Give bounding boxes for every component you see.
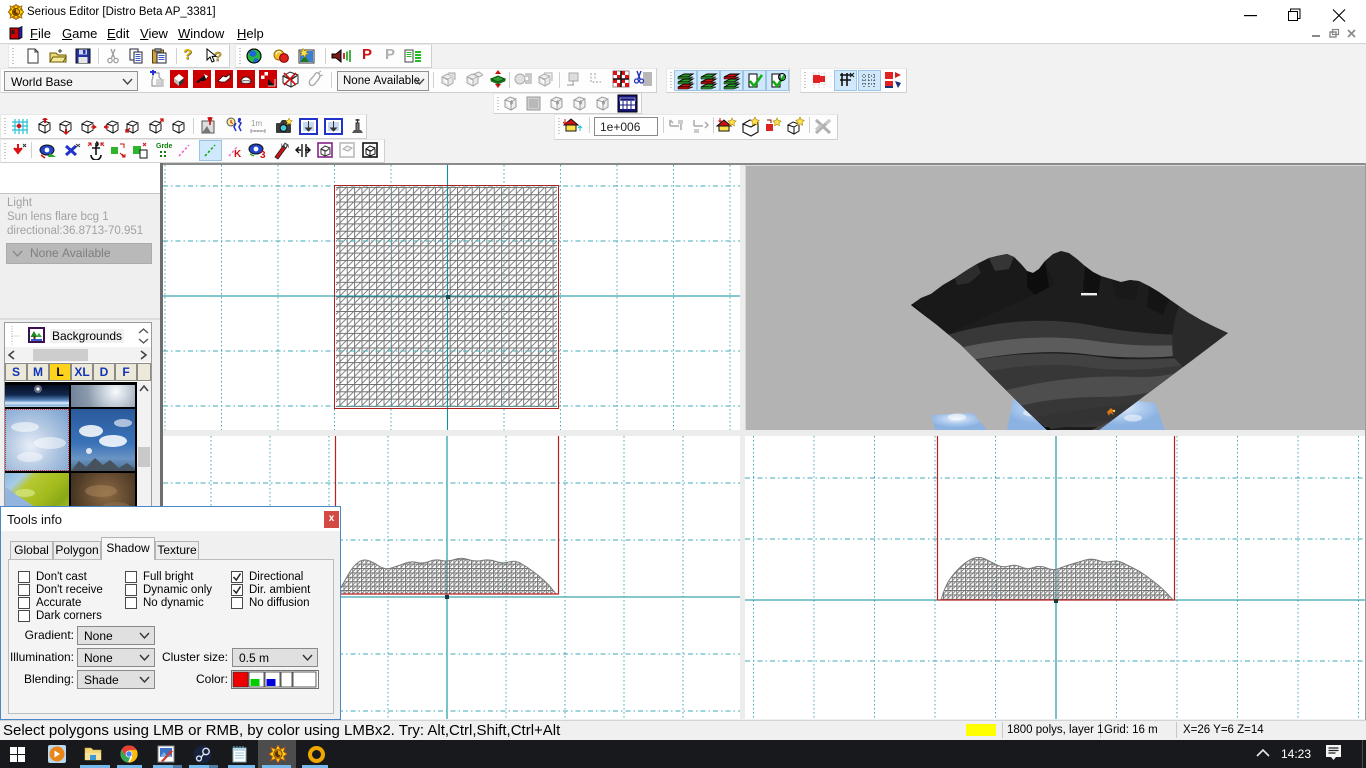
svg-text:Grde: Grde xyxy=(156,143,172,150)
svg-text:1m: 1m xyxy=(251,119,262,128)
svg-text:km: km xyxy=(281,144,289,150)
svg-text:3: 3 xyxy=(260,150,266,160)
svg-text:?: ? xyxy=(214,49,222,64)
svg-text:K: K xyxy=(234,149,242,160)
